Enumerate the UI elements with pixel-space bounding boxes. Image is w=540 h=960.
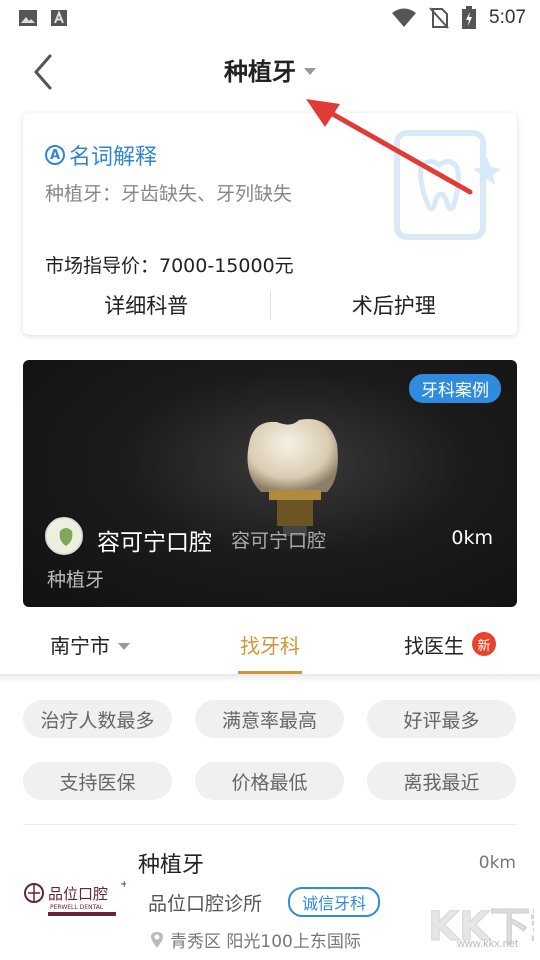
trust-tag: 诚信牙科 (288, 887, 381, 917)
tab-city-label: 南宁市 (50, 633, 110, 658)
filter-chips: 治疗人数最多 满意率最高 好评最多 支持医保 价格最低 离我最近 (23, 700, 517, 800)
tooth-document-icon (394, 130, 501, 240)
title-dropdown[interactable]: 种植牙 (0, 52, 540, 87)
svg-text:+: + (120, 879, 126, 890)
banner-procedure: 种植牙 (47, 569, 105, 591)
implant-tooth-image (247, 419, 338, 536)
result-distance: 0km (478, 853, 516, 873)
filter-nearest[interactable]: 离我最近 (367, 762, 516, 800)
result-address: 青秀区 阳光100上东国际 (150, 927, 361, 952)
filter-most-reviews[interactable]: 好评最多 (367, 700, 516, 738)
banner-clinic-subname: 容可宁口腔 (231, 530, 327, 552)
term-card: A 名词解释 种植牙：牙齿缺失、牙列缺失 市场指导价：7000-15000元 详… (23, 113, 517, 335)
circle-a-icon: A (45, 145, 65, 165)
clinic-avatar (45, 517, 83, 555)
status-time: 5:07 (489, 7, 526, 28)
tab-find-clinic[interactable]: 找牙科 (180, 614, 360, 674)
market-price: 市场指导价：7000-15000元 (45, 255, 294, 277)
top-header: 种植牙 (0, 40, 540, 104)
term-heading: A 名词解释 (45, 139, 157, 171)
tab-find-clinic-label: 找牙科 (240, 633, 300, 658)
image-icon (19, 10, 37, 26)
wifi-icon (392, 8, 417, 27)
filter-most-treated[interactable]: 治疗人数最多 (23, 700, 172, 738)
location-pin-icon (151, 931, 163, 948)
result-clinic-name: 品位口腔诊所 (148, 893, 263, 915)
caret-down-icon (304, 68, 316, 75)
result-title: 种植牙 (138, 853, 205, 878)
tab-shadow (0, 674, 540, 682)
divider (23, 824, 517, 825)
banner-distance: 0km (451, 527, 493, 549)
clinic-logo-icon (49, 521, 81, 553)
term-heading-label: 名词解释 (69, 145, 158, 170)
logo-text: 品位口腔 (48, 885, 108, 903)
tab-bar: 南宁市 找牙科 找医生 新 (0, 614, 540, 674)
clinic-logo: 品位口腔 + PERWELL DENTAL (24, 879, 126, 916)
logo-subtext: PERWELL DENTAL (50, 904, 104, 911)
tab-find-doctor-label: 找医生 (404, 633, 464, 658)
card-actions: 详细科普 术后护理 (23, 275, 517, 335)
postop-care-button[interactable]: 术后护理 (271, 290, 518, 320)
status-bar: 5:07 (0, 0, 540, 36)
watermark-url: www.kkx.net (456, 938, 518, 950)
filter-highest-satisfaction[interactable]: 满意率最高 (195, 700, 344, 738)
no-sim-icon (429, 7, 449, 29)
dental-case-tag: 牙科案例 (409, 374, 501, 403)
new-badge: 新 (472, 632, 496, 656)
filter-lowest-price[interactable]: 价格最低 (195, 762, 344, 800)
term-definition: 种植牙：牙齿缺失、牙列缺失 (45, 183, 293, 205)
banner-clinic-name: 容可宁口腔 (97, 530, 212, 556)
tab-city[interactable]: 南宁市 (0, 614, 180, 674)
page-title: 种植牙 (224, 58, 296, 86)
detail-science-button[interactable]: 详细科普 (23, 290, 270, 320)
result-address-text: 青秀区 阳光100上东国际 (170, 932, 361, 952)
caret-down-icon (118, 642, 130, 650)
text-a-icon (51, 10, 67, 26)
case-banner[interactable]: 牙科案例 容可宁口腔 容可宁口腔 0km 种植牙 (23, 360, 517, 607)
filter-insurance[interactable]: 支持医保 (23, 762, 172, 800)
battery-charging-icon (462, 6, 477, 29)
tab-find-doctor[interactable]: 找医生 新 (360, 614, 540, 674)
